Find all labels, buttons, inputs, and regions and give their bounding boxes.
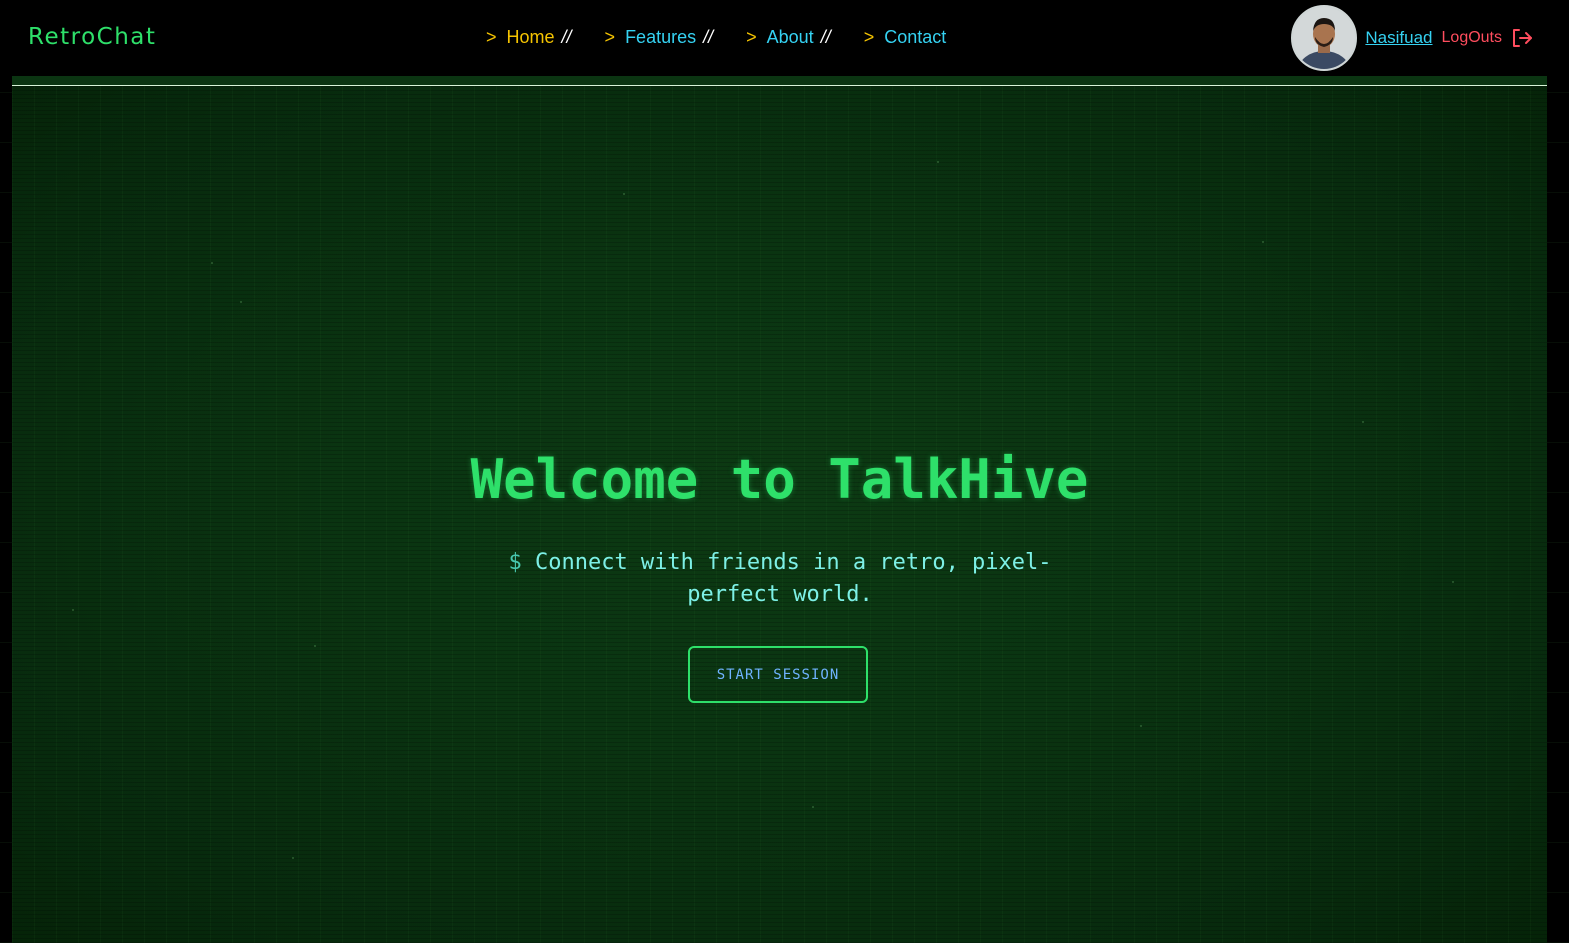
nav-label-contact: Contact [884,27,947,47]
terminal-frame: Welcome to TalkHive $ Connect with frien… [12,61,1547,943]
brand-logo[interactable]: RetroChat [28,24,156,50]
nav-separator: // [820,27,831,47]
nav-links: > Home // > Features // > About // > Con… [486,27,946,48]
page: RetroChat > Home // > Features // > Abou… [0,0,1569,943]
nav-prompt: > [863,27,875,47]
nav-prompt: > [746,27,757,47]
nav-link-features[interactable]: > Features // [605,27,714,48]
nav-prompt: > [486,27,497,47]
nav-link-home[interactable]: > Home // [486,27,572,48]
username-link[interactable]: Nasifuad [1365,28,1432,48]
navbar: RetroChat > Home // > Features // > Abou… [0,0,1569,76]
user-avatar[interactable] [1291,5,1358,71]
start-session-button[interactable]: START SESSION [688,646,868,703]
nav-label-features: Features [625,27,697,47]
hero-subtitle-text: Connect with friends in a retro, pixel-p… [534,550,1052,607]
logout-icon [1513,29,1532,47]
nav-label-about: About [766,27,814,47]
nav-prompt: > [604,27,616,47]
terminal-prompt: $ [508,550,522,575]
nav-link-contact[interactable]: > Contact [864,27,947,48]
logout-button[interactable]: LogOuts [1442,27,1533,49]
hero-section: Welcome to TalkHive $ Connect with frien… [12,61,1547,943]
user-area: Nasifuad LogOuts [1291,5,1533,71]
nav-link-about[interactable]: > About // [746,27,831,48]
hero-title: Welcome to TalkHive [470,448,1089,511]
nav-label-home: Home [506,27,555,47]
logout-label: LogOuts [1441,29,1502,46]
nav-separator: // [703,27,714,47]
hero-subtitle: $ Connect with friends in a retro, pixel… [500,547,1060,611]
nav-separator: // [561,27,572,47]
